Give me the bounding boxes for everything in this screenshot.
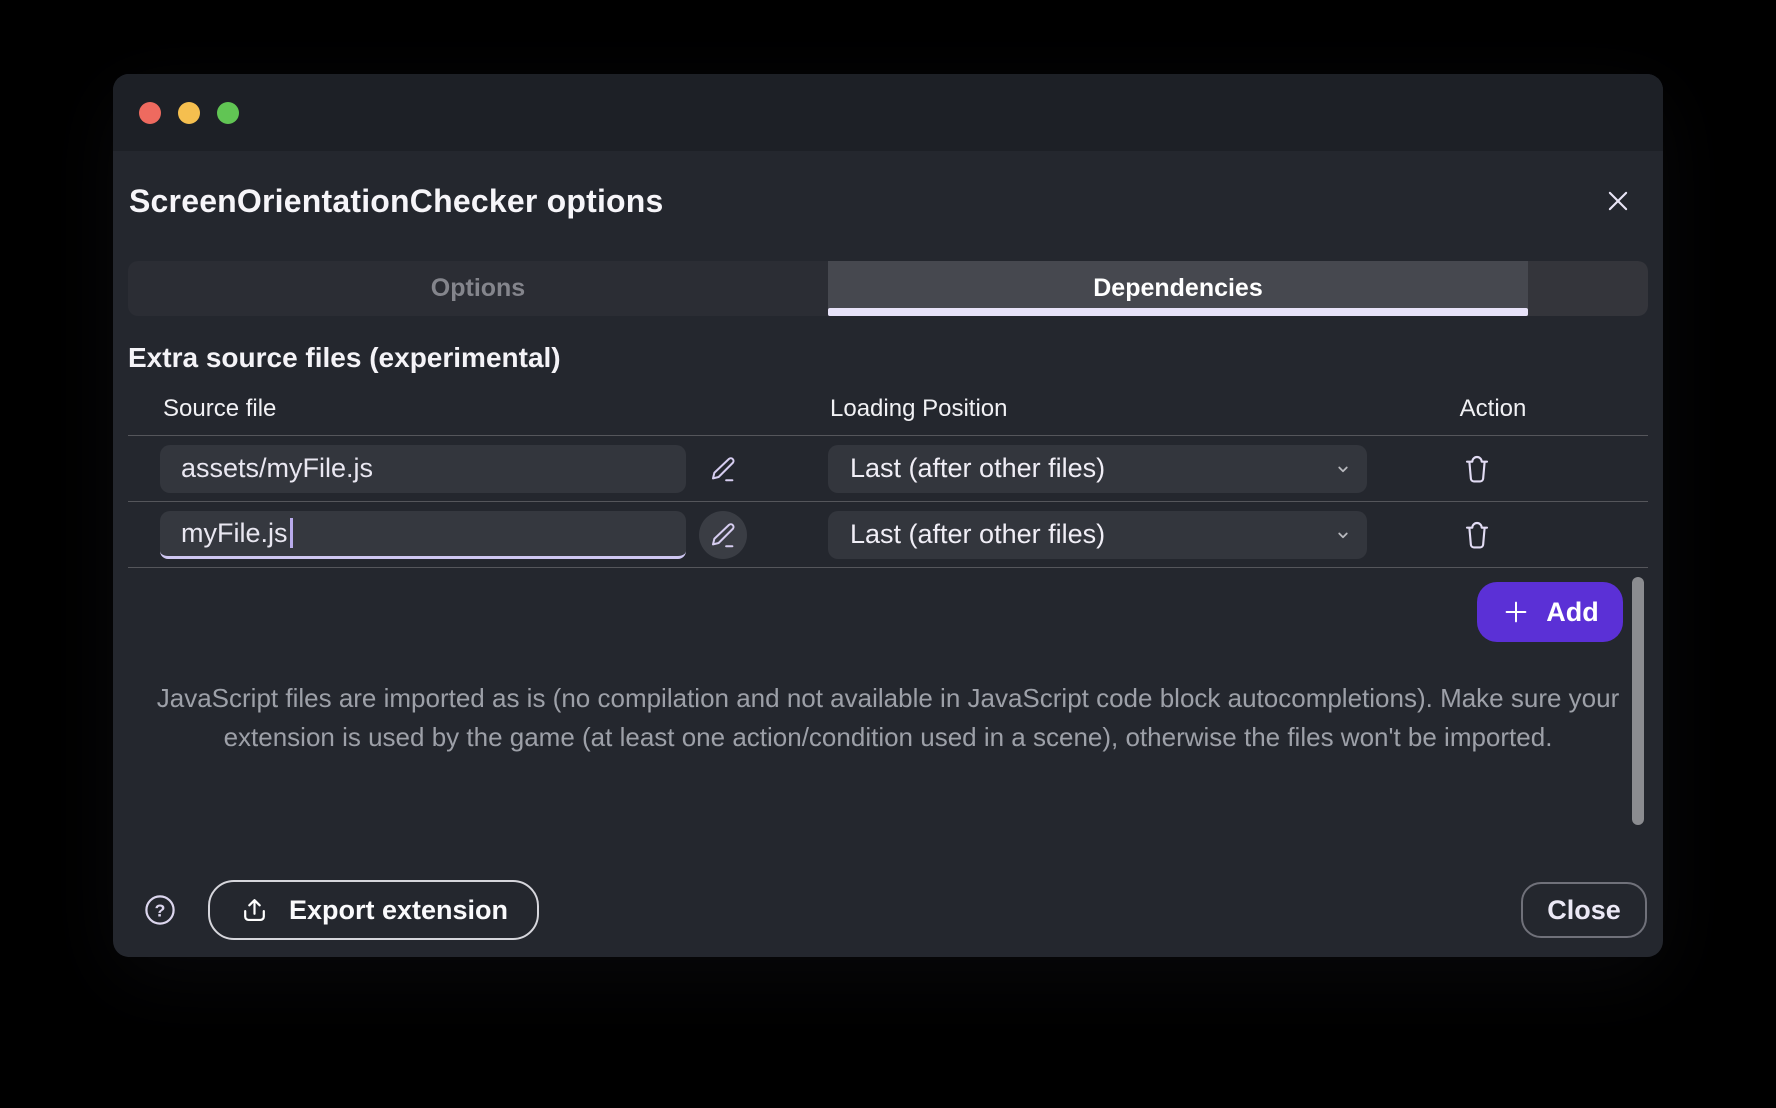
export-extension-button[interactable]: Export extension xyxy=(208,880,539,940)
active-tab-indicator xyxy=(828,308,1528,316)
tab-dependencies-label: Dependencies xyxy=(1093,274,1263,303)
column-header-source-file: Source file xyxy=(163,395,276,423)
traffic-light-close-icon[interactable] xyxy=(139,102,161,124)
delete-file-button[interactable] xyxy=(1453,511,1501,559)
close-button-label: Close xyxy=(1547,895,1621,925)
text-cursor xyxy=(290,518,293,548)
source-file-value: assets/myFile.js xyxy=(181,453,373,484)
tab-bar: Options Dependencies xyxy=(128,261,1648,316)
tab-options-label: Options xyxy=(431,274,525,303)
svg-text:?: ? xyxy=(155,900,166,920)
source-files-table: Source file Loading Position Action asse… xyxy=(128,378,1648,568)
dialog-title: ScreenOrientationChecker options xyxy=(129,183,664,220)
edit-file-button[interactable] xyxy=(699,511,747,559)
help-button[interactable]: ? xyxy=(140,890,180,930)
column-header-action: Action xyxy=(1413,395,1573,423)
export-button-label: Export extension xyxy=(289,895,508,926)
loading-position-value: Last (after other files) xyxy=(850,453,1105,484)
description-text: JavaScript files are imported as is (no … xyxy=(136,679,1641,757)
upload-icon xyxy=(239,895,270,926)
edit-file-button[interactable] xyxy=(699,445,747,493)
source-file-input[interactable]: assets/myFile.js xyxy=(160,445,686,493)
add-row: Add xyxy=(113,582,1623,642)
loading-position-select[interactable]: Last (after other files) xyxy=(828,445,1367,493)
tab-bar-filler xyxy=(1528,261,1648,316)
tab-dependencies[interactable]: Dependencies xyxy=(828,261,1528,316)
loading-position-select[interactable]: Last (after other files) xyxy=(828,511,1367,559)
traffic-light-minimize-icon[interactable] xyxy=(178,102,200,124)
close-icon xyxy=(1603,186,1633,216)
trash-icon xyxy=(1461,519,1493,551)
delete-file-button[interactable] xyxy=(1453,445,1501,493)
add-source-file-button[interactable]: Add xyxy=(1477,582,1623,642)
close-dialog-button[interactable] xyxy=(1603,186,1633,216)
tab-options[interactable]: Options xyxy=(128,261,828,316)
column-header-loading-position: Loading Position xyxy=(830,395,1007,423)
section-heading: Extra source files (experimental) xyxy=(128,338,1648,378)
chevron-down-icon xyxy=(1334,460,1352,478)
pencil-icon xyxy=(708,520,738,550)
scrollbar-thumb[interactable] xyxy=(1632,577,1644,825)
loading-position-value: Last (after other files) xyxy=(850,519,1105,550)
table-row: myFile.js Last (after other files) xyxy=(128,502,1648,568)
add-button-label: Add xyxy=(1546,597,1598,628)
plus-icon xyxy=(1501,597,1531,627)
question-icon: ? xyxy=(143,893,177,927)
dialog-footer: ? Export extension Close xyxy=(128,880,1647,940)
source-file-input[interactable]: myFile.js xyxy=(160,511,686,559)
window-titlebar xyxy=(113,74,1663,151)
table-header-row: Source file Loading Position Action xyxy=(128,378,1648,436)
table-row: assets/myFile.js Last (after other files… xyxy=(128,436,1648,502)
trash-icon xyxy=(1461,453,1493,485)
chevron-down-icon xyxy=(1334,526,1352,544)
dialog-header: ScreenOrientationChecker options xyxy=(113,151,1663,261)
source-file-value: myFile.js xyxy=(181,518,288,549)
close-button[interactable]: Close xyxy=(1521,882,1647,938)
pencil-icon xyxy=(708,454,738,484)
options-dialog: ScreenOrientationChecker options Options… xyxy=(113,74,1663,957)
traffic-light-zoom-icon[interactable] xyxy=(217,102,239,124)
screen: ScreenOrientationChecker options Options… xyxy=(0,0,1776,1108)
